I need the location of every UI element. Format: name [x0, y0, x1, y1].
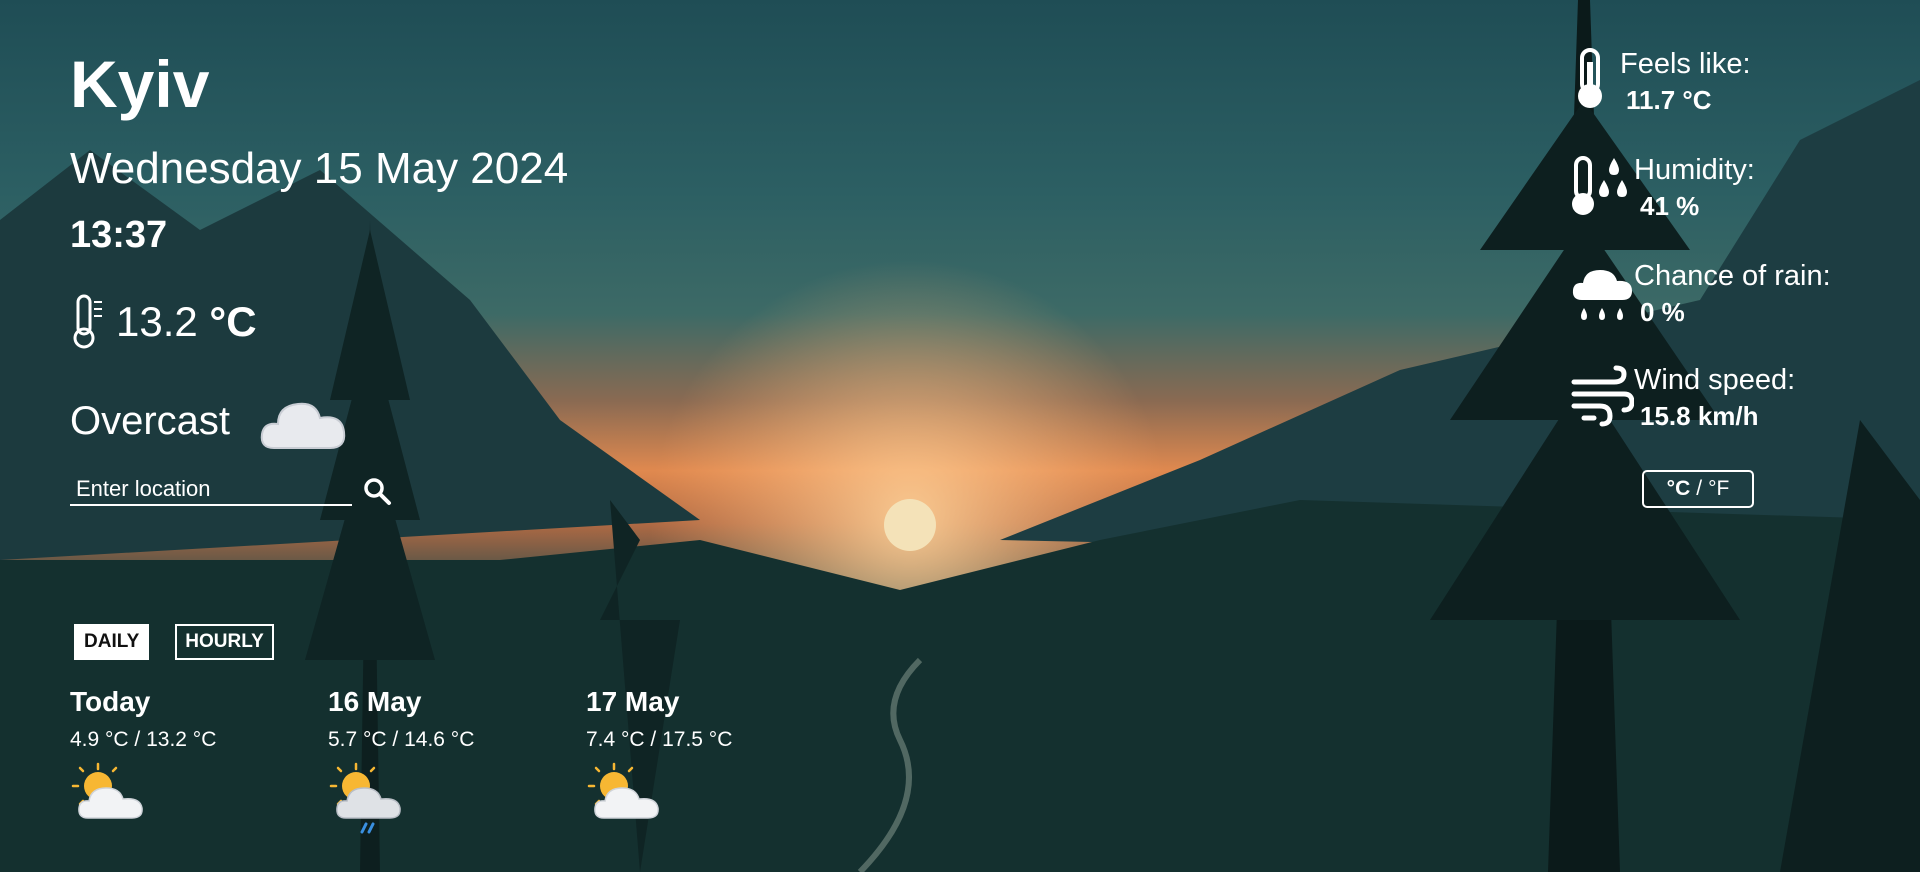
forecast-day-title: 17 May: [586, 686, 680, 717]
wind-icon: [1571, 365, 1634, 427]
stat-value: 0 %: [1640, 297, 1685, 327]
stat-value: 41 %: [1640, 191, 1700, 221]
sun-shape: [884, 499, 936, 551]
thermometer-icon: [73, 294, 102, 349]
location-input[interactable]: [70, 474, 352, 506]
thermometer-icon: [1578, 48, 1602, 108]
tab-daily[interactable]: DAILY: [74, 624, 150, 660]
stat-label: Feels like:: [1620, 48, 1751, 80]
temperature-value: 13.2: [116, 298, 198, 345]
forecast-day: Today 4.9 °C / 13.2 °C: [70, 686, 328, 839]
partly-cloudy-icon: [71, 762, 143, 819]
current-time: 13:37: [70, 214, 168, 256]
rain-cloud-icon: [1572, 270, 1632, 320]
forecast-tabs: DAILY HOURLY: [74, 624, 274, 660]
forecast-day-range: 4.9 °C / 13.2 °C: [70, 728, 217, 751]
forecast-day-title: Today: [70, 686, 151, 717]
forecast-day: 16 May 5.7 °C / 14.6 °C: [328, 686, 586, 839]
partly-cloudy-rain-icon: [329, 762, 401, 834]
stat-value: 11.7 °C: [1626, 85, 1712, 115]
stat-value: 15.8 km/h: [1640, 401, 1759, 431]
rain-chance-stat: Chance of rain: 0 %: [1570, 260, 1831, 328]
fahrenheit-label: °F: [1708, 477, 1730, 500]
unit-separator: /: [1696, 477, 1703, 500]
location-search: [70, 474, 392, 506]
current-temperature: 13.2 °C: [70, 294, 257, 350]
humidity-icon: [1572, 156, 1627, 215]
wind-speed-stat: Wind speed: 15.8 km/h: [1570, 364, 1795, 432]
forecast-day-title: 16 May: [328, 686, 422, 717]
stat-label: Humidity:: [1634, 154, 1755, 186]
feels-like-stat: Feels like: 11.7 °C: [1570, 48, 1751, 116]
cloud-icon: [260, 402, 346, 449]
stat-label: Wind speed:: [1634, 364, 1796, 396]
temperature-unit: °C: [209, 298, 257, 345]
tab-hourly[interactable]: HOURLY: [175, 624, 274, 660]
unit-toggle-button[interactable]: °C / °F: [1642, 470, 1754, 508]
celsius-label: °C: [1666, 477, 1691, 500]
forecast-list: Today 4.9 °C / 13.2 °C 16 May 5.7 °C / 1…: [70, 686, 844, 839]
search-icon[interactable]: [362, 476, 392, 506]
forecast-day-range: 5.7 °C / 14.6 °C: [328, 728, 475, 751]
current-condition: Overcast: [70, 390, 350, 452]
stat-label: Chance of rain:: [1634, 260, 1831, 292]
forecast-day: 17 May 7.4 °C / 17.5 °C: [586, 686, 844, 839]
partly-cloudy-icon: [587, 762, 659, 819]
condition-text: Overcast: [70, 398, 231, 443]
forecast-day-range: 7.4 °C / 17.5 °C: [586, 728, 733, 751]
city-name: Kyiv: [70, 47, 210, 121]
humidity-stat: Humidity: 41 %: [1570, 154, 1755, 222]
current-date: Wednesday 15 May 2024: [70, 144, 569, 193]
